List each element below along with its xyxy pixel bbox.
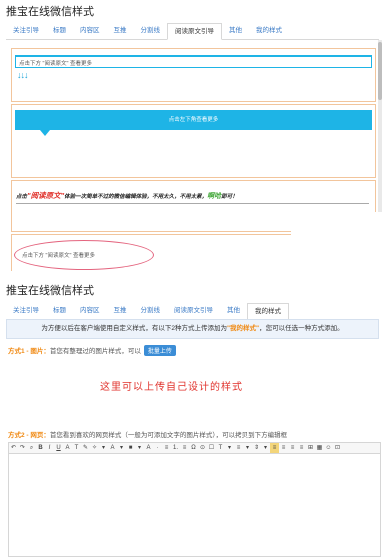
page-title: 推宝在线微信样式 bbox=[6, 285, 94, 297]
experience-text-line: 点击"阅读原文"体验一次简单不过的微信编辑体验，不用太久，不用太累，啊哈即可！ bbox=[16, 190, 238, 201]
toolbar-button-icon[interactable]: ☐ bbox=[207, 443, 216, 453]
toolbar-button-icon[interactable]: ▾ bbox=[135, 443, 144, 453]
category-tabs: 关注引导 标题 内容区 互推 分割线 阅读原文引导 其他 我的样式 bbox=[6, 23, 379, 40]
toolbar-button-icon[interactable]: ≡ bbox=[234, 443, 243, 453]
category-tabs: 关注引导 标题 内容区 互推 分割线 阅读原文引导 其他 我的样式 bbox=[6, 303, 379, 320]
experience-green: 啊哈 bbox=[207, 193, 222, 200]
triangle-pointer-icon bbox=[40, 130, 50, 136]
toolbar-button-icon[interactable]: ▾ bbox=[225, 443, 234, 453]
toolbar-button-icon[interactable]: ▾ bbox=[117, 443, 126, 453]
scrollbar-thumb[interactable] bbox=[378, 42, 382, 100]
toolbar-button-icon[interactable]: ⌕ bbox=[27, 443, 36, 453]
down-arrows-icon: ↓↓↓ bbox=[17, 70, 28, 80]
experience-highlight: "阅读原文" bbox=[27, 191, 65, 200]
tab-1[interactable]: 标题 bbox=[46, 303, 73, 319]
method1-text: 首您有整理过的图片样式，可以 bbox=[49, 348, 141, 355]
tab-7[interactable]: 我的样式 bbox=[249, 23, 289, 39]
toolbar-button-icon[interactable]: ≡ bbox=[270, 443, 279, 453]
page-title: 推宝在线微信样式 bbox=[6, 6, 94, 18]
toolbar-button-icon[interactable]: ▾ bbox=[261, 443, 270, 453]
method2-label: 方式2 - 网页： bbox=[8, 432, 50, 439]
toolbar-button-icon[interactable]: A bbox=[108, 443, 117, 453]
divider bbox=[16, 203, 369, 204]
tab-2[interactable]: 内容区 bbox=[73, 23, 107, 39]
toolbar-button-icon[interactable]: ⊞ bbox=[306, 443, 315, 453]
toolbar-button-icon[interactable]: I bbox=[45, 443, 54, 453]
tab-5[interactable]: 阅读原文引导 bbox=[167, 23, 222, 40]
blue-banner: 点击左下角查看更多 bbox=[15, 110, 372, 130]
toolbar-button-icon[interactable]: T bbox=[216, 443, 225, 453]
toolbar-button-icon[interactable]: ≡ bbox=[180, 443, 189, 453]
toolbar-button-icon[interactable]: · bbox=[153, 443, 162, 453]
tab-4[interactable]: 分割线 bbox=[134, 23, 168, 39]
toolbar-button-icon[interactable]: ✎ bbox=[81, 443, 90, 453]
tab-6[interactable]: 其他 bbox=[222, 23, 249, 39]
editor-toolbar: ↶ ↷ ⌕ B I U A T ✎ ✧ ▾ A ▾ ■ ▾ A · ≡ 1. ≡ Ω ⊙ ☐ T ▾ ≡ ▾ ⇕ ▾ ≡ ≡ ≡ ≡ ⊞ ▦ ☺ ⊡ bbox=[8, 442, 381, 454]
tab-3[interactable]: 互推 bbox=[107, 23, 134, 39]
banner-suffix: ，您可以任选一种方式添加。 bbox=[259, 325, 344, 332]
toolbar-button-icon[interactable]: ↶ bbox=[9, 443, 18, 453]
toolbar-button-icon[interactable]: ↷ bbox=[18, 443, 27, 453]
banner-highlight: "我的样式" bbox=[226, 325, 260, 332]
toolbar-button-icon[interactable]: A bbox=[63, 443, 72, 453]
tab-6[interactable]: 其他 bbox=[220, 303, 247, 319]
method-webpage: 方式2 - 网页：首您看到喜欢的网页样式（一般为可添加文字的图片样式），可以拷贝… bbox=[8, 429, 287, 439]
toolbar-button-icon[interactable]: ≡ bbox=[279, 443, 288, 453]
tab-4[interactable]: 分割线 bbox=[134, 303, 168, 319]
experience-middle: 体验一次简单不过的微信编辑体验，不用太久，不用太累， bbox=[64, 194, 208, 200]
method-image: 方式1 - 图片：首您有整理过的图片样式，可以 批量上传 bbox=[8, 345, 176, 356]
tab-3[interactable]: 互推 bbox=[107, 303, 134, 319]
tab-0[interactable]: 关注引导 bbox=[6, 23, 46, 39]
experience-suffix: 即可！ bbox=[221, 194, 238, 200]
toolbar-button-icon[interactable]: B bbox=[36, 443, 45, 453]
style-card-bottom-left-prompt[interactable]: 点击左下角查看更多 bbox=[11, 104, 376, 178]
tab-7[interactable]: 我的样式 bbox=[247, 303, 289, 320]
toolbar-button-icon[interactable]: Ω bbox=[189, 443, 198, 453]
banner-prefix: 为方便以后在客户端使用自定义样式，有以下2种方式上传添加为 bbox=[41, 325, 227, 332]
tab-2[interactable]: 内容区 bbox=[73, 303, 107, 319]
oval-read-more-text: 点击下方 "阅读原文" 查看更多 bbox=[22, 253, 95, 259]
toolbar-button-icon[interactable]: ⇕ bbox=[252, 443, 261, 453]
panel-gap bbox=[0, 271, 383, 279]
read-more-text: 点击下方 "阅读原文" 查看更多 bbox=[19, 61, 92, 67]
toolbar-button-icon[interactable]: ✧ bbox=[90, 443, 99, 453]
toolbar-button-icon[interactable]: ⊡ bbox=[333, 443, 342, 453]
method2-text: 首您看到喜欢的网页样式（一般为可添加文字的图片样式），可以拷贝到下方编辑框 bbox=[49, 432, 288, 439]
style-library-panel: 推宝在线微信样式 关注引导 标题 内容区 互推 分割线 阅读原文引导 其他 我的样式 点击下方… bbox=[0, 0, 383, 271]
toolbar-button-icon[interactable]: U bbox=[54, 443, 63, 453]
rich-text-editor[interactable] bbox=[8, 454, 381, 557]
info-banner: 为方便以后在客户端使用自定义样式，有以下2种方式上传添加为"我的样式"，您可以任… bbox=[6, 319, 379, 339]
toolbar-button-icon[interactable]: ≡ bbox=[162, 443, 171, 453]
toolbar-button-icon[interactable]: ≡ bbox=[297, 443, 306, 453]
method1-label: 方式1 - 图片： bbox=[8, 348, 50, 355]
toolbar-button-icon[interactable]: ≡ bbox=[288, 443, 297, 453]
toolbar-button-icon[interactable]: A bbox=[144, 443, 153, 453]
my-styles-panel: 推宝在线微信样式 关注引导 标题 内容区 互推 分割线 阅读原文引导 其他 我的样式 为方便以… bbox=[0, 279, 383, 557]
tab-5[interactable]: 阅读原文引导 bbox=[167, 303, 220, 319]
toolbar-button-icon[interactable]: 1. bbox=[171, 443, 180, 453]
toolbar-button-icon[interactable]: ▦ bbox=[315, 443, 324, 453]
tab-0[interactable]: 关注引导 bbox=[6, 303, 46, 319]
toolbar-button-icon[interactable]: ▾ bbox=[99, 443, 108, 453]
toolbar-button-icon[interactable]: ■ bbox=[126, 443, 135, 453]
toolbar-button-icon[interactable]: T bbox=[72, 443, 81, 453]
blue-banner-text: 点击左下角查看更多 bbox=[168, 117, 219, 123]
style-card-read-more-arrows[interactable]: 点击下方 "阅读原文" 查看更多 ↓↓↓ bbox=[11, 48, 376, 102]
toolbar-button-icon[interactable]: ⊙ bbox=[198, 443, 207, 453]
batch-upload-button[interactable]: 批量上传 bbox=[143, 345, 176, 356]
tab-1[interactable]: 标题 bbox=[46, 23, 73, 39]
read-more-box: 点击下方 "阅读原文" 查看更多 bbox=[15, 55, 372, 68]
toolbar-button-icon[interactable]: ☺ bbox=[324, 443, 333, 453]
toolbar-button-icon[interactable]: ▾ bbox=[243, 443, 252, 453]
annotation-text: 这里可以上传自己设计的样式 bbox=[100, 382, 243, 393]
experience-prefix: 点击 bbox=[16, 194, 28, 200]
overlay-blank bbox=[291, 212, 383, 271]
